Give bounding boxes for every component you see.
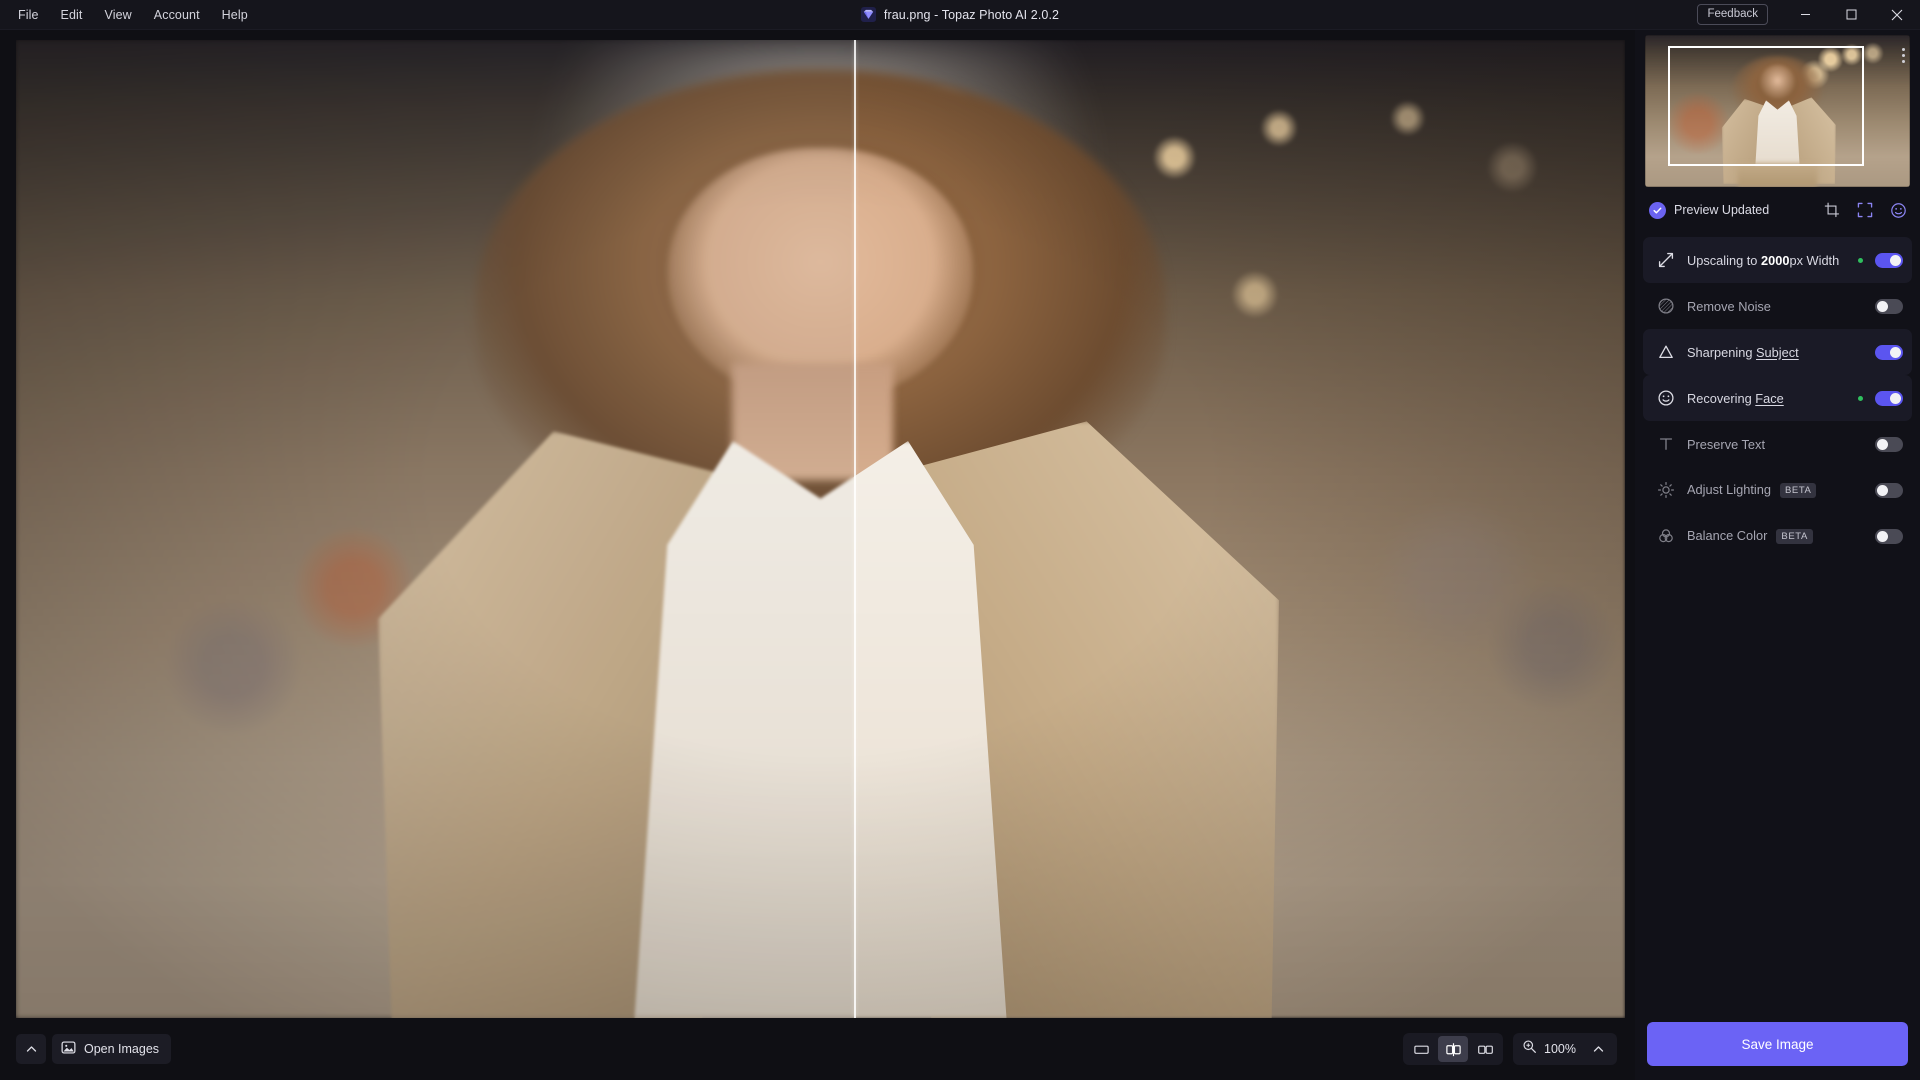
save-image-button[interactable]: Save Image (1647, 1022, 1908, 1066)
zoom-level-value: 100% (1544, 1042, 1576, 1056)
open-images-label: Open Images (84, 1042, 160, 1056)
setting-label-adjust-lighting: Adjust Lighting BETA (1687, 482, 1817, 499)
toggle-recovering-face[interactable] (1875, 390, 1903, 406)
face-detect-icon[interactable] (1888, 200, 1908, 220)
navigator-tools (1822, 200, 1908, 220)
maximize-button[interactable] (1828, 0, 1874, 30)
enhancement-settings-list: Upscaling to 2000px Width Remove Noise S… (1635, 237, 1920, 559)
expand-arrows-icon (1655, 251, 1677, 269)
preview-status-row: Preview Updated (1649, 193, 1908, 227)
canvas-column: Open Images 100% (0, 30, 1635, 1080)
zoom-magnifier-icon (1522, 1039, 1537, 1059)
single-view-icon[interactable] (1406, 1036, 1436, 1062)
bottom-toolbar-right: 100% (1403, 1033, 1627, 1065)
menu-item-view[interactable]: View (95, 4, 142, 26)
fit-screen-icon[interactable] (1855, 200, 1875, 220)
noise-circle-icon (1655, 297, 1677, 315)
bottom-toolbar: Open Images 100% (0, 1018, 1635, 1080)
toggle-adjust-lighting[interactable] (1875, 482, 1903, 498)
setting-row-adjust-lighting[interactable]: Adjust Lighting BETA (1643, 467, 1912, 513)
setting-label-recovering-face: Recovering Face (1687, 390, 1784, 406)
setting-controls-adjust-lighting (1858, 482, 1903, 498)
toggle-preserve-text[interactable] (1875, 436, 1903, 452)
setting-row-sharpening[interactable]: Sharpening Subject (1643, 329, 1912, 375)
toggle-balance-color[interactable] (1875, 528, 1903, 544)
split-comparison-handle[interactable] (854, 40, 856, 1018)
beta-badge-balance-color: BETA (1776, 528, 1813, 544)
setting-row-recovering-face[interactable]: Recovering Face (1643, 375, 1912, 421)
chevron-up-icon[interactable] (16, 1034, 46, 1064)
beta-badge-adjust-lighting: BETA (1779, 482, 1817, 498)
triangle-icon (1655, 343, 1677, 361)
open-images-button[interactable]: Open Images (52, 1034, 172, 1064)
bottom-toolbar-left: Open Images (16, 1034, 172, 1064)
toggle-remove-noise[interactable] (1875, 298, 1903, 314)
status-dot-recovering-face (1858, 395, 1863, 401)
navigator-handle-dots (1902, 48, 1905, 63)
color-venn-icon (1655, 527, 1677, 545)
status-dot-upscaling (1858, 257, 1863, 263)
setting-controls-remove-noise (1858, 298, 1903, 314)
menu-bar: File Edit View Account Help (0, 4, 258, 26)
setting-controls-preserve-text (1858, 436, 1903, 452)
photo-preview (16, 40, 1625, 1018)
title-bar: File Edit View Account Help frau.png - T… (0, 0, 1920, 30)
setting-row-upscaling[interactable]: Upscaling to 2000px Width (1643, 237, 1912, 283)
view-mode-group (1403, 1033, 1503, 1065)
menu-item-account[interactable]: Account (144, 4, 210, 26)
topaz-photo-ai-window: File Edit View Account Help frau.png - T… (0, 0, 1920, 1080)
right-panel: Preview Updated Upscaling to 2000px Widt… (1635, 30, 1920, 1080)
setting-row-balance-color[interactable]: Balance Color BETA (1643, 513, 1912, 559)
text-t-icon (1655, 435, 1677, 453)
sun-icon (1655, 481, 1677, 499)
setting-label-sharpening: Sharpening Subject (1687, 344, 1799, 360)
split-view-icon[interactable] (1438, 1036, 1468, 1062)
setting-label-balance-color: Balance Color BETA (1687, 528, 1813, 545)
crop-icon[interactable] (1822, 200, 1842, 220)
setting-label-remove-noise: Remove Noise (1687, 298, 1771, 314)
minimize-button[interactable] (1782, 0, 1828, 30)
save-button-container: Save Image (1635, 1022, 1920, 1080)
toggle-sharpening[interactable] (1875, 344, 1903, 360)
setting-controls-upscaling (1858, 252, 1903, 268)
setting-label-preserve-text: Preserve Text (1687, 436, 1765, 452)
topaz-diamond-logo (860, 7, 876, 22)
navigator-thumbnail[interactable] (1645, 35, 1910, 187)
check-circle-icon (1649, 201, 1666, 219)
zoom-chevron-up-icon[interactable] (1585, 1037, 1611, 1061)
menu-item-edit[interactable]: Edit (51, 4, 93, 26)
menu-item-help[interactable]: Help (212, 4, 258, 26)
feedback-button[interactable]: Feedback (1697, 3, 1768, 26)
setting-row-remove-noise[interactable]: Remove Noise (1643, 283, 1912, 329)
image-canvas[interactable] (16, 40, 1625, 1018)
window-title: frau.png - Topaz Photo AI 2.0.2 (883, 7, 1060, 22)
photo-vignette (16, 40, 1625, 1018)
setting-row-preserve-text[interactable]: Preserve Text (1643, 421, 1912, 467)
zoom-control[interactable]: 100% (1513, 1033, 1617, 1065)
menu-item-file[interactable]: File (8, 4, 49, 26)
setting-controls-sharpening (1858, 344, 1903, 360)
setting-controls-balance-color (1858, 528, 1903, 544)
window-controls: Feedback (1697, 0, 1920, 29)
navigator-viewport-rect[interactable] (1667, 45, 1864, 166)
toggle-upscaling[interactable] (1875, 252, 1903, 268)
side-by-side-view-icon[interactable] (1470, 1036, 1500, 1062)
close-button[interactable] (1874, 0, 1920, 30)
setting-controls-recovering-face (1858, 390, 1903, 406)
image-icon (61, 1040, 76, 1058)
window-title-group: frau.png - Topaz Photo AI 2.0.2 (0, 0, 1920, 29)
preview-status-label: Preview Updated (1674, 203, 1770, 217)
navigator-subject-lower (1737, 162, 1818, 187)
smiley-face-icon (1655, 389, 1677, 407)
main-body: Open Images 100% Preview Updated Upscali… (0, 30, 1920, 1080)
setting-label-upscaling: Upscaling to 2000px Width (1687, 252, 1840, 268)
